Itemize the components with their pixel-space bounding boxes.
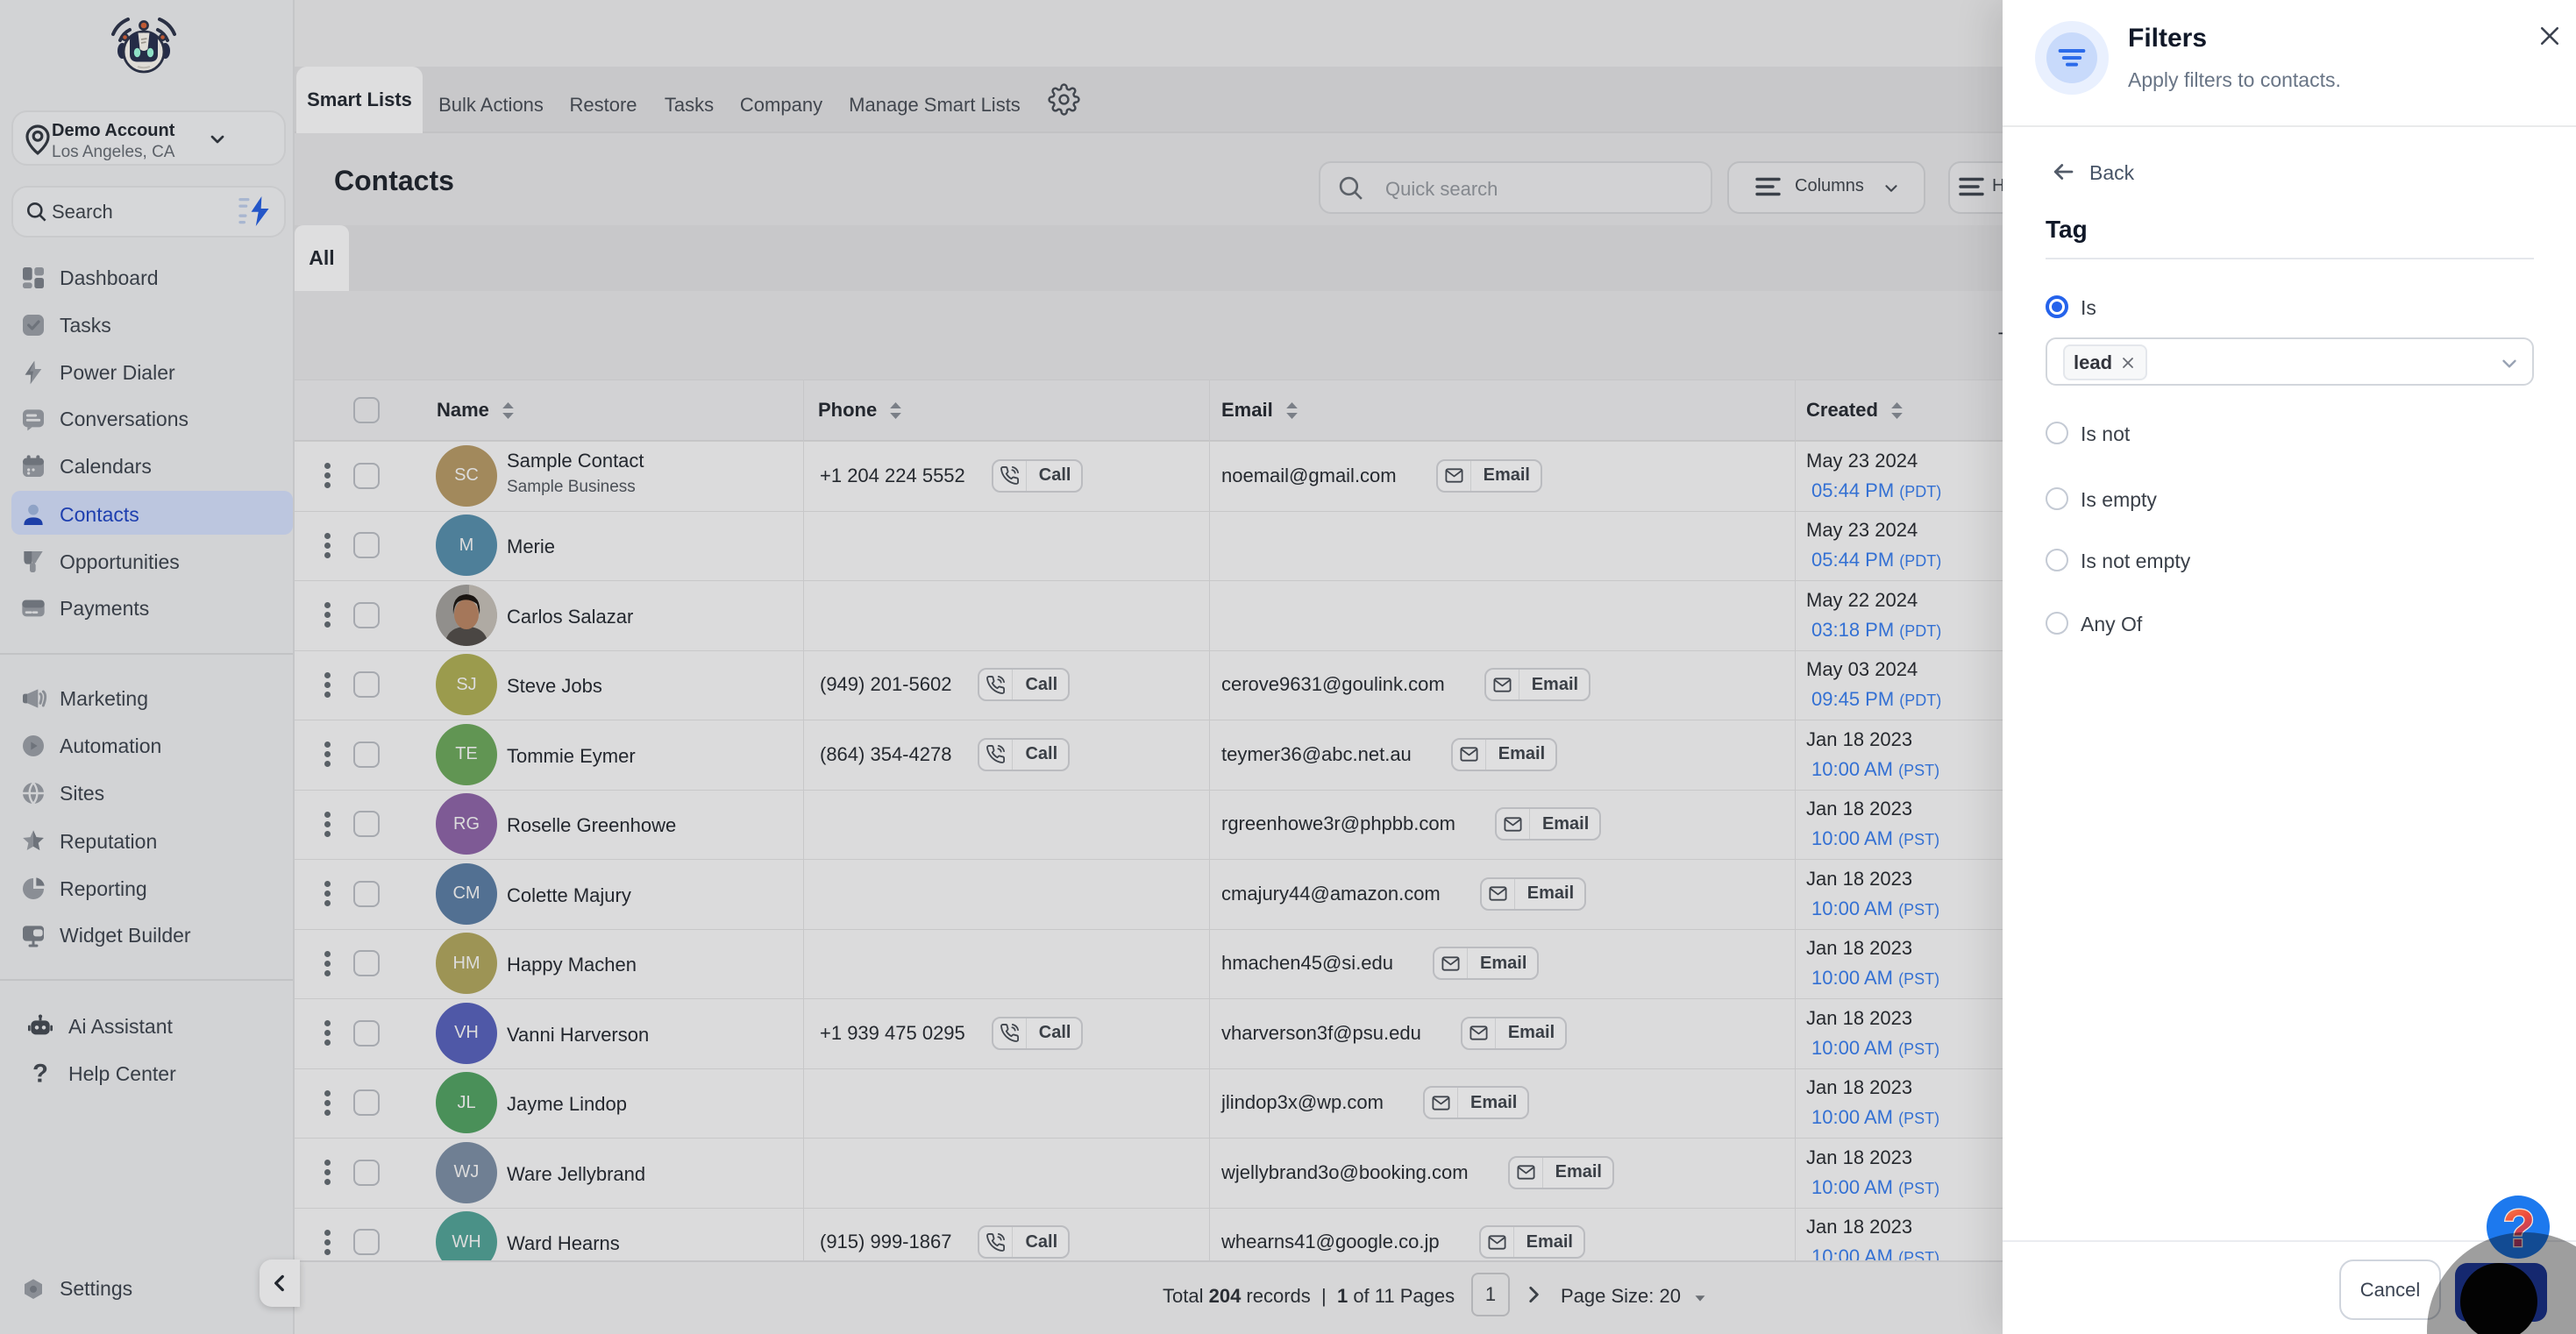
svg-text:?: ?: [32, 1060, 48, 1088]
